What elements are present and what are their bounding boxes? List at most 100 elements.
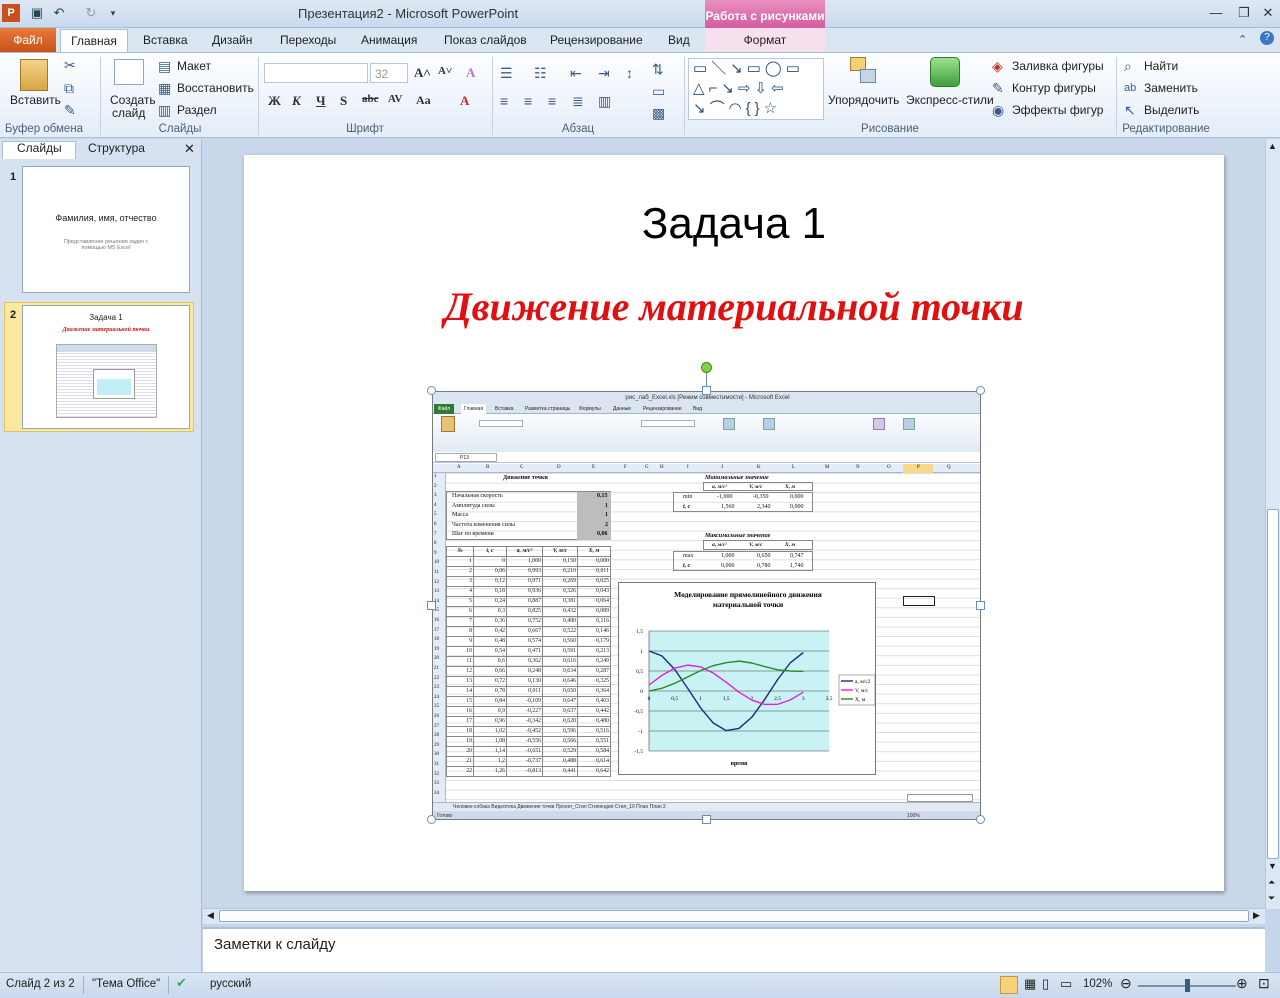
undo-icon[interactable]: ↶ bbox=[50, 4, 68, 22]
font-color-icon[interactable]: A bbox=[460, 93, 469, 109]
quick-styles-button[interactable]: Экспресс-стили bbox=[906, 93, 994, 107]
quick-styles-icon[interactable] bbox=[930, 57, 960, 87]
fit-to-window-icon[interactable]: ⊡ bbox=[1258, 975, 1270, 992]
section-button[interactable]: Раздел bbox=[177, 103, 217, 117]
excel-screenshot-picture[interactable]: рис_лаб_Excel.xls [Режим совместимости] … bbox=[432, 391, 981, 820]
zoom-out-icon[interactable]: ⊖ bbox=[1120, 975, 1132, 992]
new-slide-button[interactable]: Создать bbox=[110, 93, 156, 107]
slide-sorter-icon[interactable]: ▦ bbox=[1024, 976, 1036, 992]
rotate-handle[interactable] bbox=[701, 362, 712, 373]
arrange-icon[interactable] bbox=[850, 57, 878, 85]
customize-qat-icon[interactable]: ▾ bbox=[104, 4, 122, 22]
powerpoint-logo-icon[interactable]: P bbox=[2, 4, 20, 22]
paste-icon[interactable] bbox=[20, 59, 48, 91]
tab-slideshow[interactable]: Показ слайдов bbox=[444, 33, 527, 47]
decrease-indent-icon[interactable]: ⇤ bbox=[570, 65, 582, 81]
change-case-icon[interactable]: Aa bbox=[416, 93, 431, 108]
increase-indent-icon[interactable]: ⇥ bbox=[598, 65, 610, 81]
justify-icon[interactable]: ≣ bbox=[572, 93, 584, 109]
copy-icon[interactable]: ⧉ bbox=[64, 80, 74, 96]
resize-handle[interactable] bbox=[976, 601, 985, 610]
resize-handle[interactable] bbox=[976, 386, 985, 395]
align-left-icon[interactable]: ≡ bbox=[500, 93, 508, 109]
slide-thumbnail-2[interactable]: Задача 1 Движение материальной точки bbox=[22, 305, 190, 429]
scroll-thumb[interactable] bbox=[1267, 509, 1279, 859]
spelling-check-icon[interactable]: ✔ bbox=[176, 975, 187, 991]
horizontal-scrollbar[interactable]: ◀ ▶ bbox=[203, 908, 1265, 924]
italic-icon[interactable]: К bbox=[292, 93, 301, 109]
tab-insert[interactable]: Вставка bbox=[143, 33, 188, 47]
scroll-left-icon[interactable]: ◀ bbox=[207, 910, 214, 921]
find-button[interactable]: Найти bbox=[1144, 59, 1178, 73]
help-icon[interactable]: ? bbox=[1260, 31, 1274, 45]
align-text-icon[interactable]: ▭ bbox=[652, 83, 665, 99]
tab-design[interactable]: Дизайн bbox=[212, 33, 252, 47]
shrink-font-icon[interactable]: A˅ bbox=[438, 65, 452, 77]
close-panel-icon[interactable]: ✕ bbox=[184, 141, 195, 157]
arrange-button[interactable]: Упорядочить bbox=[828, 93, 899, 107]
tab-home[interactable]: Главная bbox=[60, 29, 128, 53]
resize-handle[interactable] bbox=[427, 386, 436, 395]
slide-subtitle[interactable]: Движение материальной точки bbox=[244, 283, 1224, 330]
cut-icon[interactable]: ✂ bbox=[64, 57, 76, 73]
clear-format-icon[interactable]: A bbox=[466, 65, 475, 81]
status-language[interactable]: русский bbox=[210, 978, 251, 990]
status-theme[interactable]: "Тема Office" bbox=[92, 978, 160, 990]
resize-handle[interactable] bbox=[427, 815, 436, 824]
slideshow-icon[interactable]: ▭ bbox=[1060, 976, 1072, 992]
redo-icon[interactable]: ↻ bbox=[82, 4, 100, 22]
bullets-icon[interactable]: ☰ bbox=[500, 65, 513, 81]
resize-handle[interactable] bbox=[427, 601, 436, 610]
replace-button[interactable]: Заменить bbox=[1144, 81, 1198, 95]
reset-button[interactable]: Восстановить bbox=[177, 81, 254, 95]
line-spacing-icon[interactable]: ↕ bbox=[626, 65, 633, 81]
shape-effects-button[interactable]: Эффекты фигур bbox=[1012, 103, 1103, 117]
scroll-right-icon[interactable]: ▶ bbox=[1253, 910, 1260, 921]
select-button[interactable]: Выделить bbox=[1144, 103, 1199, 117]
grow-font-icon[interactable]: A˄ bbox=[414, 65, 431, 81]
char-spacing-icon[interactable]: AV bbox=[388, 93, 402, 105]
notes-pane[interactable]: Заметки к слайду bbox=[203, 927, 1265, 972]
bold-icon[interactable]: Ж bbox=[268, 93, 281, 109]
layout-button[interactable]: Макет bbox=[177, 59, 211, 73]
shape-fill-button[interactable]: Заливка фигуры bbox=[1012, 59, 1104, 73]
save-icon[interactable]: ▣ bbox=[28, 4, 46, 22]
underline-icon[interactable]: Ч bbox=[316, 93, 326, 109]
align-right-icon[interactable]: ≡ bbox=[548, 93, 556, 109]
reading-view-icon[interactable]: ▯ bbox=[1042, 976, 1049, 992]
new-slide-button-line2[interactable]: слайд bbox=[112, 106, 145, 120]
align-center-icon[interactable]: ≡ bbox=[524, 93, 532, 109]
minimize-icon[interactable]: — bbox=[1206, 4, 1226, 22]
numbering-icon[interactable]: ☷ bbox=[534, 65, 547, 81]
maximize-icon[interactable]: ❐ bbox=[1234, 4, 1254, 22]
zoom-level[interactable]: 102% bbox=[1083, 978, 1112, 990]
columns-icon[interactable]: ▥ bbox=[598, 93, 611, 109]
scroll-down-icon[interactable]: ▼ bbox=[1268, 861, 1277, 871]
collapse-ribbon-icon[interactable]: ⌃ bbox=[1238, 33, 1247, 46]
resize-handle[interactable] bbox=[702, 815, 711, 824]
zoom-in-icon[interactable]: ⊕ bbox=[1236, 975, 1248, 992]
resize-handle[interactable] bbox=[976, 815, 985, 824]
shapes-gallery[interactable]: ▭＼↘▭◯▭ △⌐↘⇨⇩⇦ ↘⌒◠{}☆ bbox=[688, 58, 824, 120]
new-slide-icon[interactable] bbox=[114, 59, 144, 85]
font-name-field[interactable] bbox=[264, 63, 368, 83]
smartart-icon[interactable]: ▩ bbox=[652, 105, 665, 121]
text-direction-icon[interactable]: ⇅ bbox=[652, 61, 664, 77]
tab-outline[interactable]: Структура bbox=[88, 141, 145, 155]
shadow-icon[interactable]: S bbox=[340, 93, 347, 109]
slide-thumbnail-1[interactable]: Фамилия, имя, отчество Представление реш… bbox=[22, 166, 190, 293]
paste-button[interactable]: Вставить bbox=[10, 93, 61, 107]
font-size-field[interactable]: 32 bbox=[370, 63, 408, 83]
strikethrough-icon[interactable]: abc bbox=[362, 93, 379, 105]
scroll-thumb[interactable] bbox=[219, 910, 1249, 922]
tab-slides[interactable]: Слайды bbox=[17, 141, 62, 155]
tab-review[interactable]: Рецензирование bbox=[550, 33, 643, 47]
slide-title[interactable]: Задача 1 bbox=[244, 199, 1224, 249]
notes-placeholder[interactable]: Заметки к слайду bbox=[214, 936, 336, 953]
tab-file[interactable]: Файл bbox=[0, 28, 56, 52]
scroll-up-icon[interactable]: ▲ bbox=[1268, 141, 1277, 151]
prev-slide-icon[interactable]: ⏶ bbox=[1268, 877, 1275, 888]
close-icon[interactable]: ✕ bbox=[1258, 4, 1278, 22]
format-painter-icon[interactable]: ✎ bbox=[64, 102, 76, 118]
tab-view[interactable]: Вид bbox=[668, 33, 690, 47]
